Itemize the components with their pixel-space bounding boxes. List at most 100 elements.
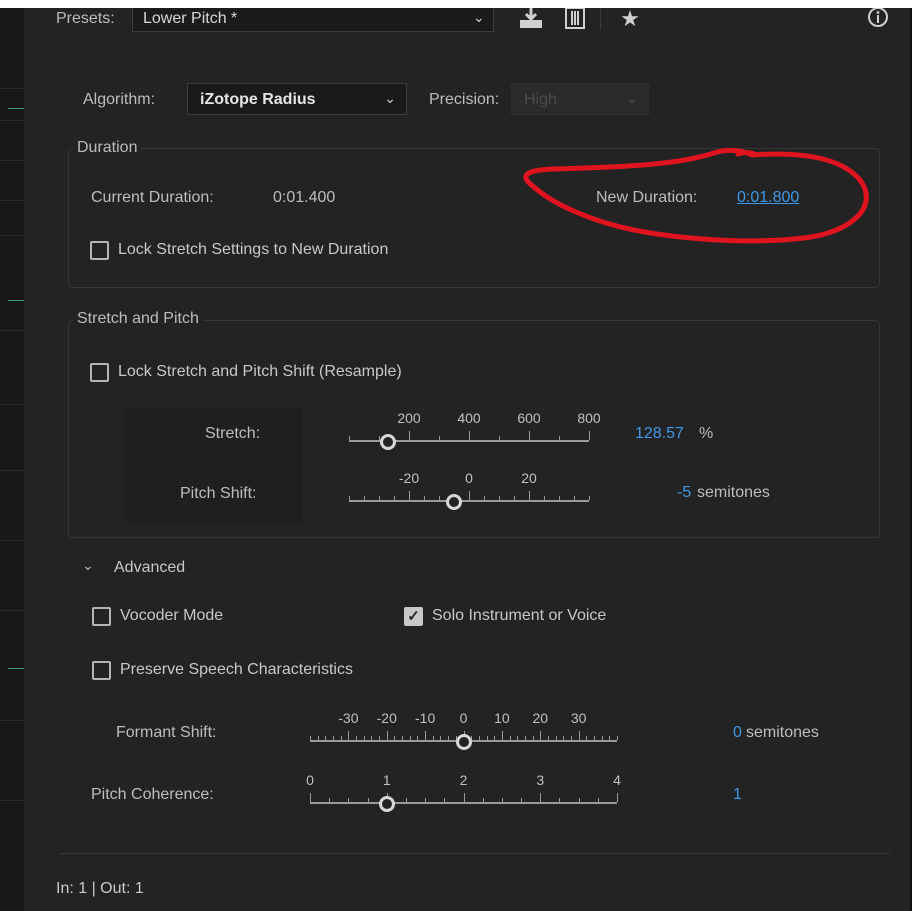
- pitch-shift-slider[interactable]: -20 0 20: [324, 462, 614, 522]
- slider-minor-tick: [363, 736, 365, 740]
- red-annotation-circle: [523, 147, 869, 244]
- slider-minor-tick: [574, 496, 575, 500]
- slider-tick-label: -30: [338, 710, 359, 726]
- slider-thumb[interactable]: [455, 734, 472, 750]
- slider-major-tick: [617, 793, 618, 802]
- slider-track[interactable]: [349, 500, 589, 502]
- slider-minor-tick: [394, 736, 396, 740]
- slider-minor-tick: [325, 736, 327, 740]
- algorithm-dropdown[interactable]: iZotope Radius ⌄: [187, 83, 407, 115]
- slider-minor-tick: [578, 798, 580, 802]
- chevron-down-icon: ⌄: [384, 90, 396, 106]
- slider-minor-tick: [349, 496, 350, 500]
- slider-minor-tick: [425, 798, 427, 802]
- slider-thumb[interactable]: [378, 796, 395, 812]
- adjacent-panel-strip: [0, 0, 24, 911]
- formant-shift-slider[interactable]: -30 -20 -10 0 10 20 30: [286, 702, 641, 762]
- slider-minor-tick: [448, 736, 450, 740]
- current-duration-label: Current Duration:: [91, 189, 214, 206]
- chevron-down-icon[interactable]: ⌄: [82, 557, 94, 574]
- pitch-coherence-slider[interactable]: 0 1 2 3 4: [286, 764, 641, 824]
- slider-minor-tick: [394, 496, 395, 500]
- slider-minor-tick: [559, 436, 560, 440]
- slider-minor-tick: [559, 496, 560, 500]
- slider-minor-tick: [444, 798, 446, 802]
- formant-shift-label: Formant Shift:: [116, 724, 217, 741]
- slider-tick-label: 0: [465, 470, 473, 486]
- lock-stretch-new-duration-checkbox[interactable]: [90, 241, 109, 260]
- vocoder-mode-checkbox[interactable]: [92, 607, 111, 626]
- slider-minor-tick: [509, 736, 511, 740]
- slider-minor-tick: [405, 798, 407, 802]
- algorithm-label: Algorithm:: [83, 91, 156, 108]
- formant-shift-value[interactable]: 0: [733, 724, 742, 742]
- vocoder-mode-label: Vocoder Mode: [120, 607, 224, 624]
- presets-label: Presets:: [56, 10, 115, 27]
- slider-minor-tick: [544, 496, 545, 500]
- slider-minor-tick: [432, 736, 434, 740]
- pitch-coherence-label: Pitch Coherence:: [91, 786, 214, 803]
- download-icon[interactable]: [516, 6, 546, 30]
- slider-tick-label: 800: [577, 410, 601, 426]
- stretch-slider[interactable]: 200 400 600 800: [324, 402, 614, 462]
- slider-major-tick: [386, 731, 388, 740]
- slider-minor-tick: [563, 736, 565, 740]
- pitch-shift-unit: semitones: [697, 484, 770, 501]
- slider-tick-label: 600: [517, 410, 541, 426]
- slider-tick-label: 2: [459, 772, 468, 788]
- slider-minor-tick: [617, 736, 618, 740]
- solo-instrument-checkbox[interactable]: ✓: [404, 607, 423, 626]
- slider-minor-tick: [570, 736, 572, 740]
- slider-major-tick: [578, 731, 580, 740]
- lock-stretch-new-duration-label: Lock Stretch Settings to New Duration: [118, 241, 389, 258]
- presets-value: Lower Pitch *: [143, 10, 238, 27]
- duration-group-title: Duration: [73, 139, 142, 157]
- star-icon[interactable]: ★: [618, 6, 642, 31]
- info-icon[interactable]: [866, 6, 890, 30]
- slider-minor-tick: [440, 736, 442, 740]
- lock-stretch-pitch-checkbox[interactable]: [90, 363, 109, 382]
- stretch-value[interactable]: 128.57: [635, 425, 684, 443]
- formant-shift-unit: semitones: [746, 724, 819, 741]
- slider-minor-tick: [517, 736, 519, 740]
- slider-tick-label: 20: [532, 710, 549, 726]
- slider-minor-tick: [494, 736, 496, 740]
- stretch-unit: %: [699, 425, 714, 442]
- slider-tick-label: -20: [376, 710, 397, 726]
- precision-dropdown[interactable]: High ⌄: [511, 83, 649, 115]
- pitch-shift-value[interactable]: -5: [677, 484, 691, 502]
- slider-minor-tick: [609, 736, 611, 740]
- precision-label: Precision:: [429, 91, 500, 108]
- slider-major-tick: [501, 731, 503, 740]
- slider-major-tick: [409, 491, 410, 500]
- screenshot-edge-top: [0, 0, 912, 8]
- slider-minor-tick: [439, 496, 440, 500]
- stretch-pitch-effect-panel: Presets: Lower Pitch * ⌄ ★ Algorithm: iZ…: [0, 0, 912, 911]
- slider-minor-tick: [501, 798, 503, 802]
- slider-major-tick: [425, 731, 427, 740]
- slider-major-tick: [529, 431, 530, 440]
- preserve-speech-checkbox[interactable]: [92, 661, 111, 680]
- slider-minor-tick: [364, 496, 365, 500]
- list-icon[interactable]: [562, 6, 588, 30]
- pitch-coherence-value[interactable]: 1: [733, 786, 742, 804]
- slider-thumb[interactable]: [379, 434, 396, 450]
- slider-track[interactable]: [310, 802, 617, 804]
- slider-minor-tick: [367, 798, 369, 802]
- slider-major-tick: [469, 491, 470, 500]
- slider-minor-tick: [402, 736, 404, 740]
- lock-stretch-pitch-label: Lock Stretch and Pitch Shift (Resample): [118, 363, 402, 380]
- slider-tick-label: 0: [459, 710, 468, 726]
- slider-thumb[interactable]: [446, 494, 462, 510]
- precision-value: High: [524, 91, 557, 108]
- presets-dropdown[interactable]: Lower Pitch * ⌄: [132, 4, 494, 32]
- slider-major-tick: [589, 431, 590, 440]
- slider-minor-tick: [524, 736, 526, 740]
- slider-tick-label: 400: [457, 410, 481, 426]
- slider-minor-tick: [379, 736, 381, 740]
- advanced-section-title[interactable]: Advanced: [114, 559, 185, 577]
- slider-minor-tick: [356, 736, 358, 740]
- slider-minor-tick: [379, 496, 380, 500]
- algorithm-value: iZotope Radius: [200, 91, 316, 108]
- slider-tick-label: 4: [613, 772, 621, 788]
